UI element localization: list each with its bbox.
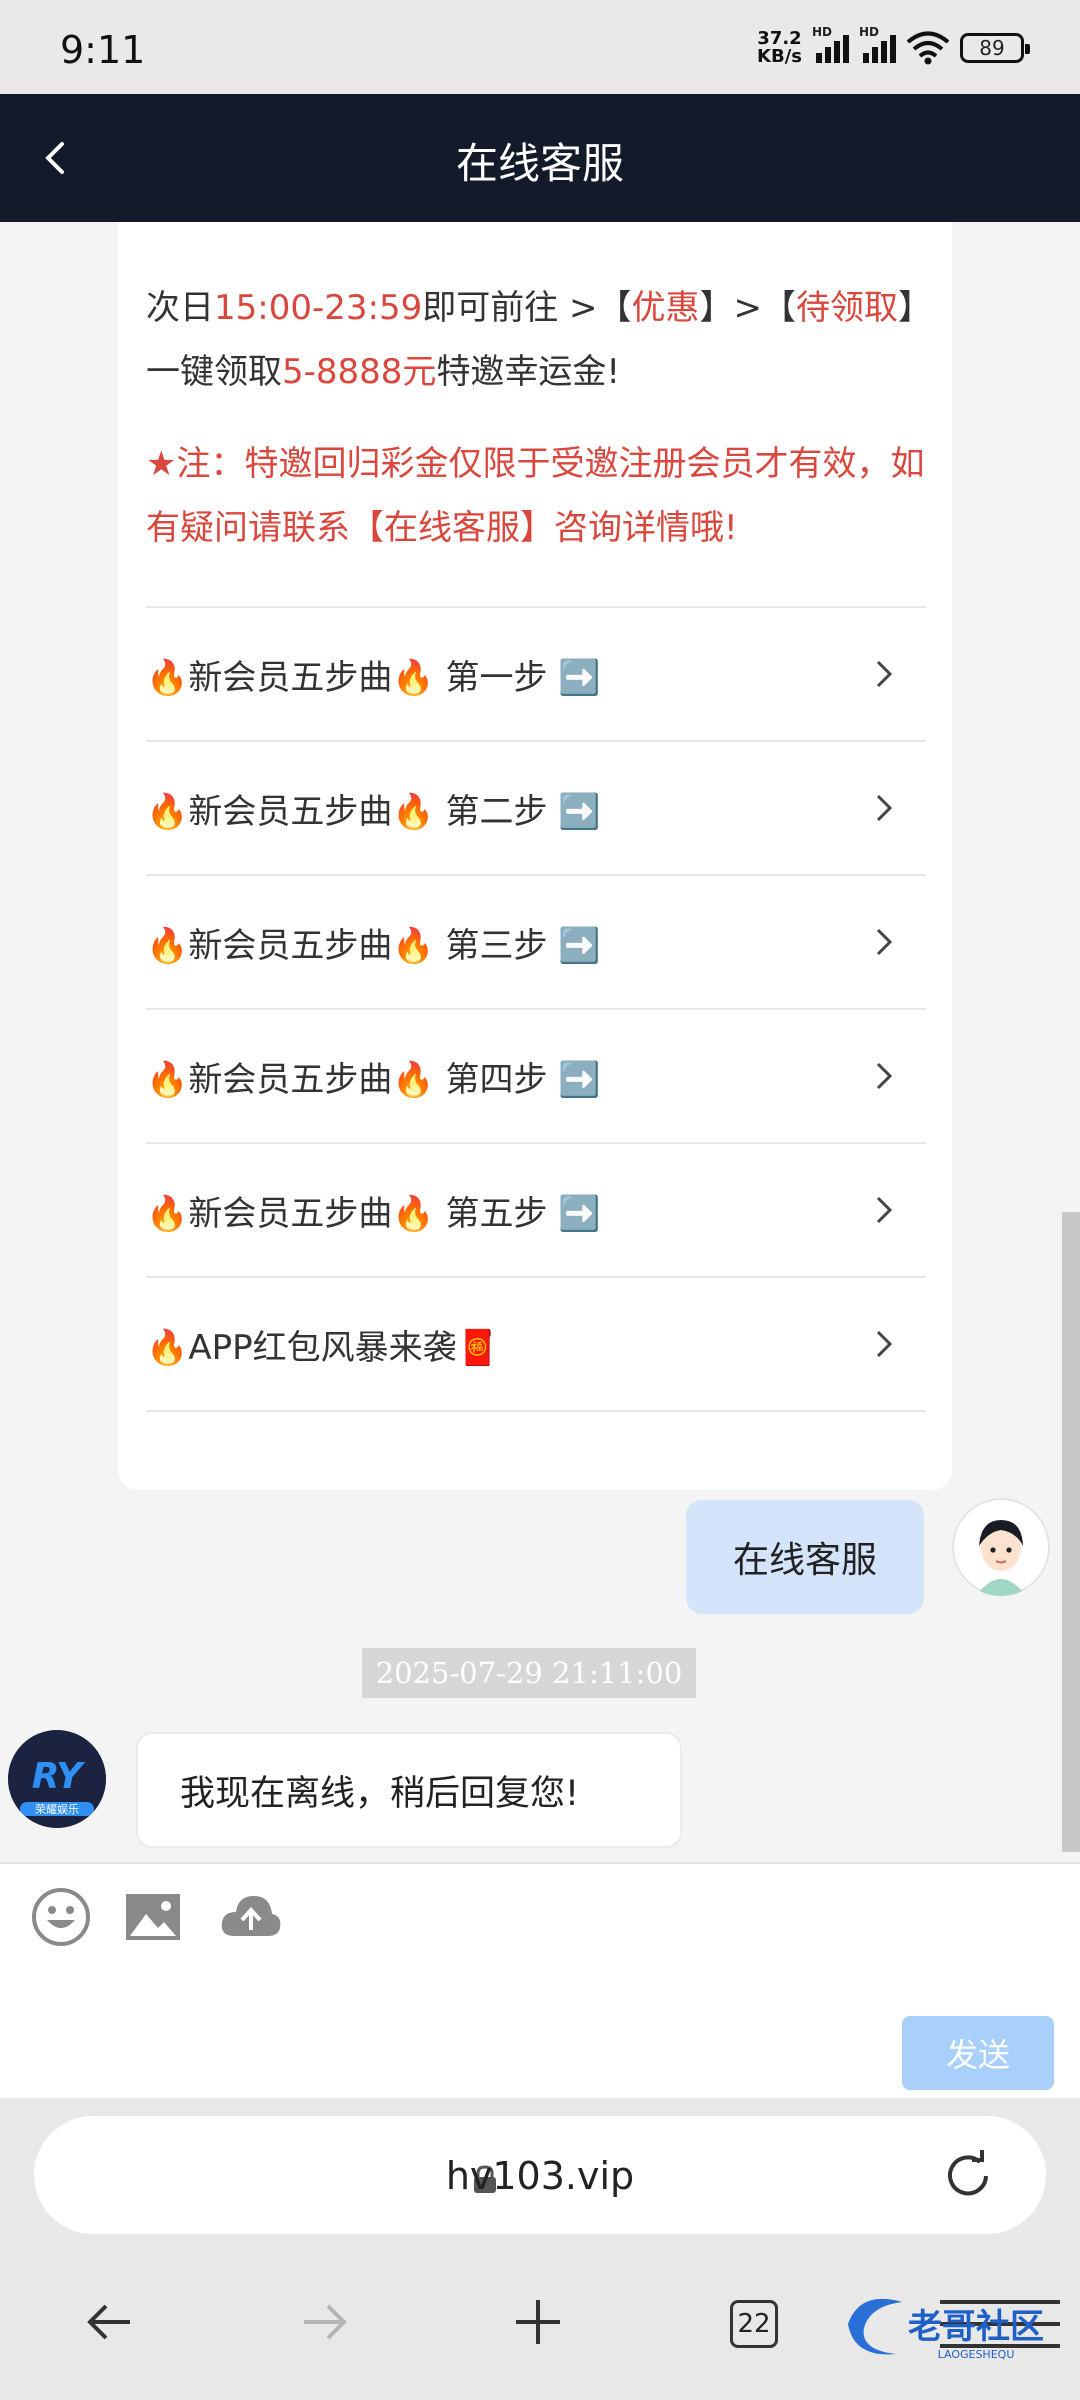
send-button[interactable]: 发送 bbox=[902, 2016, 1054, 2090]
user-avatar bbox=[952, 1498, 1050, 1596]
network-speed: 37.2 KB/s bbox=[757, 28, 802, 67]
upload-cloud-icon[interactable] bbox=[218, 1886, 284, 1948]
watermark-logo: 老哥社区 LAOGESHEQU bbox=[840, 2284, 1070, 2364]
message-timestamp: 2025-07-29 21:11:00 bbox=[362, 1648, 696, 1698]
emoji-icon[interactable] bbox=[30, 1886, 92, 1948]
battery-icon: 89 bbox=[960, 33, 1030, 63]
menu-item-red-packet[interactable]: 🔥APP红包风暴来袭🧧 bbox=[146, 1278, 926, 1412]
svg-text:RY: RY bbox=[32, 1756, 86, 1797]
menu-item-step-2[interactable]: 🔥新会员五步曲🔥 第二步 ➡️ bbox=[146, 742, 926, 876]
reload-icon[interactable] bbox=[938, 2146, 998, 2206]
promo-card: 次日15:00-23:59即可前往 >【优惠】>【待领取】 一键领取5-8888… bbox=[118, 222, 952, 1490]
back-arrow-icon[interactable] bbox=[80, 2292, 140, 2352]
chevron-right-icon bbox=[876, 1062, 893, 1090]
browser-toolbar: hv103.vip 22 老哥社区 LAOGESHEQU bbox=[0, 2098, 1080, 2400]
svg-text:LAOGESHEQU: LAOGESHEQU bbox=[938, 2348, 1015, 2361]
chevron-right-icon bbox=[876, 1196, 893, 1224]
promo-menu: 🔥新会员五步曲🔥 第一步 ➡️ 🔥新会员五步曲🔥 第二步 ➡️ 🔥新会员五步曲🔥… bbox=[146, 606, 926, 1412]
svg-text:老哥社区: 老哥社区 bbox=[908, 2307, 1044, 2347]
service-avatar: RY 荣耀娱乐 bbox=[8, 1730, 106, 1828]
menu-item-step-5[interactable]: 🔥新会员五步曲🔥 第五步 ➡️ bbox=[146, 1144, 926, 1278]
address-bar[interactable]: hv103.vip bbox=[34, 2116, 1046, 2234]
menu-item-step-1[interactable]: 🔥新会员五步曲🔥 第一步 ➡️ bbox=[146, 608, 926, 742]
input-area[interactable]: 发送 bbox=[0, 1862, 1080, 2098]
status-icons: 37.2 KB/s HD HD 89 bbox=[757, 25, 1030, 67]
scrollbar[interactable] bbox=[1062, 1212, 1080, 1852]
chevron-right-icon bbox=[876, 928, 893, 956]
menu-item-step-4[interactable]: 🔥新会员五步曲🔥 第四步 ➡️ bbox=[146, 1010, 926, 1144]
page-title: 在线客服 bbox=[455, 139, 624, 188]
chevron-right-icon bbox=[876, 1330, 893, 1358]
chat-area[interactable]: 次日15:00-23:59即可前往 >【优惠】>【待领取】 一键领取5-8888… bbox=[0, 222, 1080, 1862]
url-text: hv103.vip bbox=[445, 2154, 635, 2198]
promo-note: ★注：特邀回归彩金仅限于受邀注册会员才有效，如有疑问请联系【在线客服】咨询详情哦… bbox=[146, 444, 925, 548]
promo-text: 次日15:00-23:59即可前往 >【优惠】>【待领取】 一键领取5-8888… bbox=[146, 288, 933, 392]
new-tab-icon[interactable] bbox=[508, 2292, 568, 2352]
image-icon[interactable] bbox=[122, 1886, 184, 1948]
signal-icon: HD bbox=[812, 25, 849, 63]
signal-icon: HD bbox=[859, 25, 896, 63]
chevron-right-icon bbox=[876, 660, 893, 688]
status-bar: 9:11 37.2 KB/s HD HD 89 bbox=[0, 0, 1080, 94]
outgoing-message: 在线客服 bbox=[686, 1500, 924, 1614]
app-header: 在线客服 bbox=[0, 94, 1080, 222]
menu-item-step-3[interactable]: 🔥新会员五步曲🔥 第三步 ➡️ bbox=[146, 876, 926, 1010]
status-time: 9:11 bbox=[60, 28, 146, 72]
tab-count-button[interactable]: 22 bbox=[730, 2300, 778, 2348]
svg-text:荣耀娱乐: 荣耀娱乐 bbox=[35, 1802, 79, 1816]
chevron-right-icon bbox=[876, 794, 893, 822]
wifi-icon bbox=[906, 31, 950, 65]
incoming-message: 我现在离线，稍后回复您! bbox=[136, 1732, 682, 1848]
forward-arrow-icon[interactable] bbox=[294, 2292, 354, 2352]
